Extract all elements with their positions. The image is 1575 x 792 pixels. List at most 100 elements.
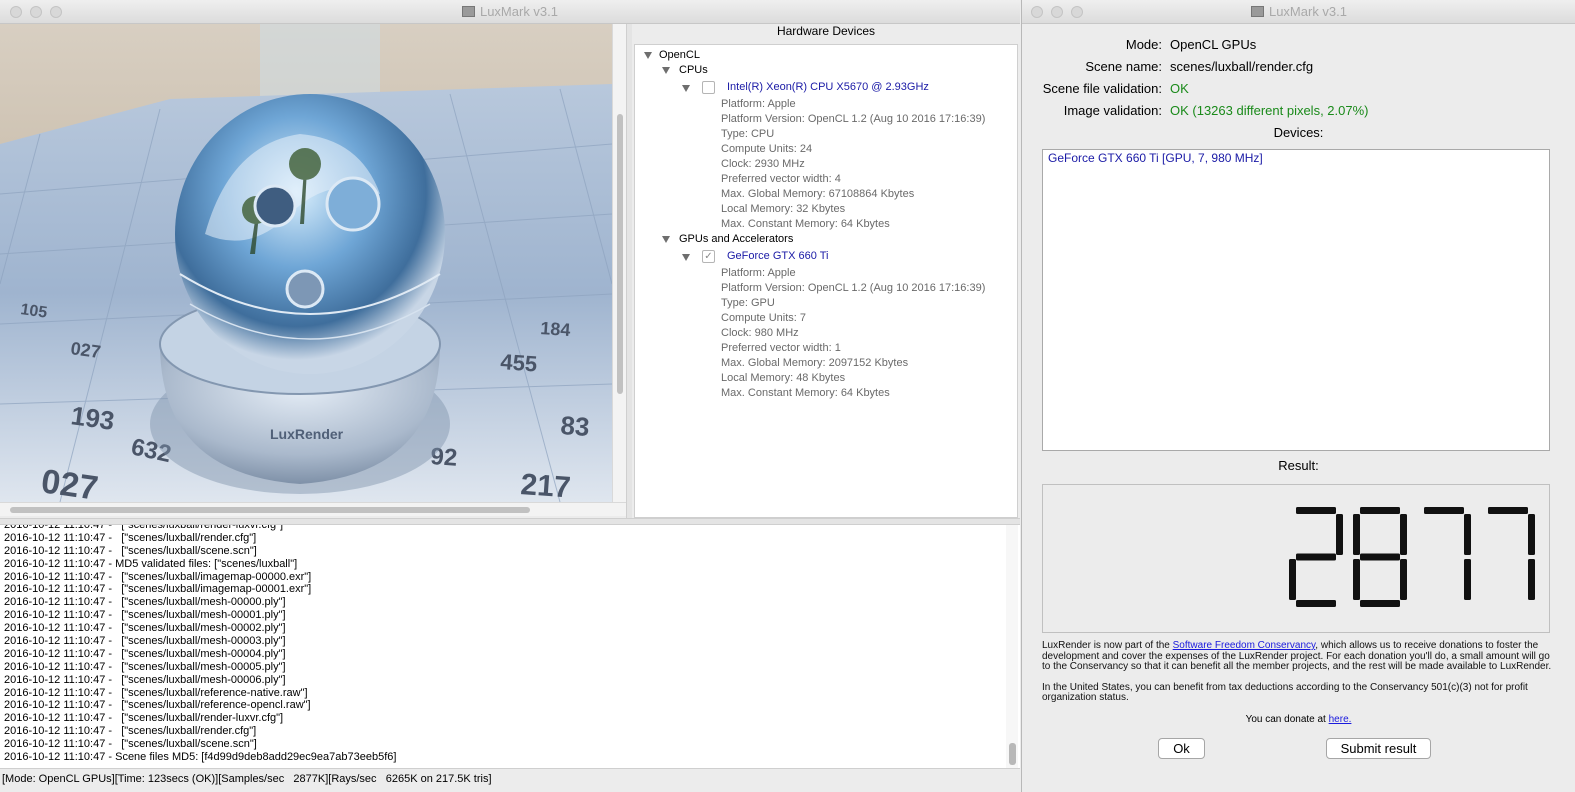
- lcd-segment: [1353, 514, 1360, 555]
- result-window: LuxMark v3.1 Mode: OpenCL GPUs Scene nam…: [1021, 0, 1575, 792]
- hardware-devices-tree[interactable]: OpenCL CPUs Intel(R) Xeon(R) CPU X5670 @…: [634, 44, 1018, 518]
- hardware-devices-title: Hardware Devices: [776, 24, 876, 38]
- render-horizontal-scrollbar[interactable]: [0, 502, 626, 516]
- gpu-device-checkbox[interactable]: ✓: [702, 250, 715, 263]
- scene-name-label: Scene name:: [1085, 59, 1162, 74]
- window-title: LuxMark v3.1: [0, 4, 1020, 19]
- log-line: 2016-10-12 11:10:47 - ["scenes/luxball/r…: [4, 531, 257, 544]
- expand-triangle-icon[interactable]: [662, 236, 670, 243]
- render-label: 184: [540, 318, 571, 340]
- hardware-devices-panel: Hardware Devices OpenCL CPUs Intel(R) Xe…: [632, 24, 1020, 518]
- device-property: Compute Units: 24: [721, 143, 813, 155]
- info-paragraph-tax: In the United States, you can benefit fr…: [1042, 681, 1528, 703]
- cpu-device-name[interactable]: Intel(R) Xeon(R) CPU X5670 @ 2.93GHz: [727, 80, 929, 95]
- expand-triangle-icon[interactable]: [644, 52, 652, 59]
- title-bar[interactable]: LuxMark v3.1: [0, 0, 1020, 24]
- device-property: Max. Global Memory: 2097152 Kbytes: [721, 357, 909, 369]
- lcd-segment: [1360, 553, 1400, 561]
- device-property: Local Memory: 32 Kbytes: [721, 203, 846, 215]
- scroll-thumb[interactable]: [617, 114, 623, 394]
- main-window: LuxMark v3.1 027 193 632 027 217 455 184…: [0, 0, 1020, 792]
- lcd-segment: [1528, 559, 1535, 600]
- device-list-item[interactable]: GeForce GTX 660 Ti [GPU, 7, 980 MHz]: [1048, 151, 1544, 165]
- devices-list[interactable]: GeForce GTX 660 Ti [GPU, 7, 980 MHz]: [1042, 149, 1550, 451]
- log-line: 2016-10-12 11:10:47 - ["scenes/luxball/r…: [4, 712, 284, 725]
- device-property: Max. Constant Memory: 64 Kbytes: [721, 387, 890, 399]
- window-title-text: LuxMark v3.1: [1268, 4, 1348, 19]
- device-property: Platform Version: OpenCL 1.2 (Aug 10 201…: [721, 282, 986, 294]
- status-bar: [Mode: OpenCL GPUs][Time: 123secs (OK)][…: [0, 768, 1020, 792]
- score-display: [1042, 484, 1550, 633]
- log-line: 2016-10-12 11:10:47 - ["scenes/luxball/m…: [4, 673, 286, 686]
- log-line: 2016-10-12 11:10:47 - ["scenes/luxball/r…: [4, 699, 311, 712]
- donate-link[interactable]: here.: [1329, 714, 1352, 725]
- render-label: 027: [39, 462, 100, 502]
- gpu-device-name[interactable]: GeForce GTX 660 Ti: [727, 249, 828, 264]
- log-line: 2016-10-12 11:10:47 - ["scenes/luxball/m…: [4, 660, 286, 673]
- info-text-span: LuxRender is now part of the: [1042, 640, 1173, 651]
- image-validation-label: Image validation:: [1063, 103, 1162, 118]
- log-line: 2016-10-12 11:10:47 - ["scenes/luxball/r…: [4, 524, 284, 531]
- mode-value: OpenCL GPUs: [1170, 37, 1257, 52]
- device-property: Platform: Apple: [721, 98, 796, 110]
- lcd-segment: [1296, 553, 1336, 561]
- expand-triangle-icon[interactable]: [682, 254, 690, 261]
- device-property: Max. Constant Memory: 64 Kbytes: [721, 218, 890, 230]
- tree-node-gpus[interactable]: GPUs and Accelerators: [679, 232, 793, 247]
- device-property: Max. Global Memory: 67108864 Kbytes: [721, 188, 915, 200]
- log-line: 2016-10-12 11:10:47 - MD5 validated file…: [4, 557, 298, 570]
- tree-node-cpus[interactable]: CPUs: [679, 63, 708, 78]
- log-lines: 2016-10-12 11:10:47 - ["scenes/luxball/r…: [4, 524, 397, 764]
- render-image: 027 193 632 027 217 455 184 83 92 105 Lu…: [0, 24, 612, 502]
- scroll-thumb[interactable]: [1009, 743, 1016, 765]
- result-title-bar[interactable]: LuxMark v3.1: [1022, 0, 1575, 24]
- app-icon: [1250, 6, 1264, 17]
- expand-triangle-icon[interactable]: [662, 67, 670, 74]
- log-line: 2016-10-12 11:10:47 - ["scenes/luxball/m…: [4, 647, 286, 660]
- render-label: 193: [69, 400, 116, 436]
- log-view[interactable]: 2016-10-12 11:10:47 - ["scenes/luxball/r…: [0, 524, 1020, 768]
- score-lcd: [1289, 507, 1535, 607]
- render-label: 83: [560, 410, 591, 442]
- scene-validation-label: Scene file validation:: [1042, 81, 1162, 96]
- device-property: Compute Units: 7: [721, 312, 806, 324]
- render-vertical-scrollbar[interactable]: [612, 24, 626, 502]
- render-label: 027: [69, 338, 102, 362]
- lcd-segment: [1488, 507, 1528, 514]
- ok-button[interactable]: Ok: [1158, 738, 1205, 759]
- device-property: Clock: 980 MHz: [721, 327, 799, 339]
- device-property: Preferred vector width: 4: [721, 173, 841, 185]
- lcd-segment: [1296, 600, 1336, 607]
- lcd-segment: [1289, 559, 1296, 600]
- donate-text: You can donate at: [1245, 714, 1329, 725]
- tree-node-opencl[interactable]: OpenCL: [659, 48, 700, 63]
- expand-triangle-icon[interactable]: [682, 85, 690, 92]
- log-line: 2016-10-12 11:10:47 - ["scenes/luxball/i…: [4, 583, 312, 596]
- window-title-text: LuxMark v3.1: [479, 4, 559, 19]
- devices-label: Devices:: [1273, 125, 1324, 140]
- info-paragraph: LuxRender is now part of the Software Fr…: [1042, 640, 1552, 673]
- sfc-link[interactable]: Software Freedom Conservancy: [1173, 640, 1316, 651]
- lcd-segment: [1336, 514, 1343, 555]
- render-view[interactable]: 027 193 632 027 217 455 184 83 92 105 Lu…: [0, 24, 612, 502]
- log-line: 2016-10-12 11:10:47 - ["scenes/luxball/s…: [4, 738, 257, 751]
- lcd-segment: [1464, 514, 1471, 555]
- log-line: 2016-10-12 11:10:47 - ["scenes/luxball/m…: [4, 609, 286, 622]
- image-validation-value: OK (13263 different pixels, 2.07%): [1170, 103, 1369, 118]
- device-property: Clock: 2930 MHz: [721, 158, 805, 170]
- render-brand-label: LuxRender: [270, 426, 344, 442]
- scroll-thumb[interactable]: [10, 507, 530, 513]
- lcd-segment: [1360, 600, 1400, 607]
- log-line: 2016-10-12 11:10:47 - ["scenes/luxball/m…: [4, 596, 286, 609]
- submit-result-button[interactable]: Submit result: [1326, 738, 1431, 759]
- log-scrollbar[interactable]: [1006, 525, 1018, 768]
- cpu-device-checkbox[interactable]: [702, 81, 715, 94]
- window-title: LuxMark v3.1: [1022, 4, 1575, 19]
- info-text: LuxRender is now part of the Software Fr…: [1042, 640, 1552, 704]
- mode-label: Mode:: [1125, 37, 1162, 52]
- donate-line: You can donate at here.: [1022, 714, 1575, 725]
- device-property: Type: GPU: [721, 297, 775, 309]
- scene-validation-value: OK: [1170, 81, 1189, 96]
- lcd-segment: [1400, 559, 1407, 600]
- log-line: 2016-10-12 11:10:47 - Scene files MD5: […: [4, 751, 397, 764]
